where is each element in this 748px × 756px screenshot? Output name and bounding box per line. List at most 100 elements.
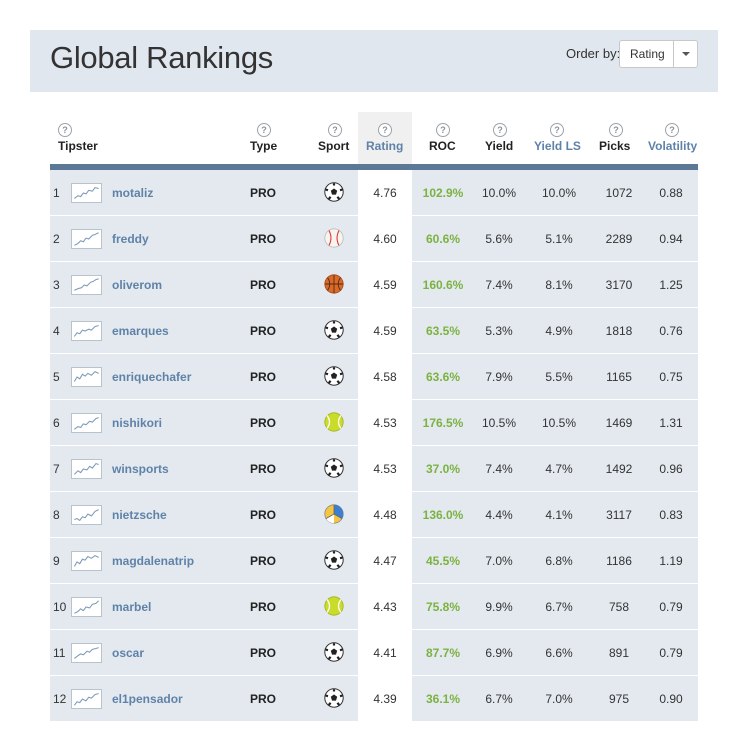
tipster-name-link[interactable]: enriquechafer	[112, 354, 191, 400]
rankings-table: ? Tipster ? Type ? Sport ? Rating ? ROC …	[50, 112, 698, 722]
type-cell: PRO	[250, 508, 277, 522]
sparkline-chart-icon[interactable]	[71, 689, 102, 709]
rank-cell: 7	[53, 462, 60, 476]
header-yield-ls-label[interactable]: Yield LS	[534, 139, 581, 153]
rank-cell: 9	[53, 554, 60, 568]
help-icon[interactable]: ?	[328, 123, 342, 137]
page-title: Global Rankings	[50, 40, 273, 75]
help-icon[interactable]: ?	[550, 123, 564, 137]
type-cell: PRO	[250, 600, 277, 614]
header-roc[interactable]: ? ROC	[412, 112, 474, 164]
yield-ls-cell: 4.9%	[545, 324, 573, 338]
header-sport-label: Sport	[318, 139, 350, 153]
yield-ls-cell: 10.0%	[541, 186, 577, 200]
basketball-icon	[324, 274, 344, 294]
volatility-cell: 0.90	[659, 692, 683, 706]
tipster-name-link[interactable]: nietzsche	[112, 492, 167, 538]
rank-cell: 12	[53, 692, 67, 706]
rating-cell: 4.59	[373, 324, 397, 338]
type-cell: PRO	[250, 278, 277, 292]
rating-cell: 4.58	[373, 370, 397, 384]
type-cell: PRO	[250, 416, 277, 430]
header-type-label: Type	[250, 139, 278, 153]
tennis-ball-icon	[324, 596, 344, 616]
header-sport[interactable]: ? Sport	[316, 112, 358, 164]
yield-ls-cell: 4.1%	[545, 508, 573, 522]
yield-ls-cell: 5.5%	[545, 370, 573, 384]
tipster-name-link[interactable]: oscar	[112, 630, 144, 676]
help-icon[interactable]: ?	[609, 123, 623, 137]
header-yield-ls[interactable]: ? Yield LS	[524, 112, 594, 164]
caret-down-icon	[681, 52, 690, 56]
sparkline-chart-icon[interactable]	[71, 321, 102, 341]
header-picks[interactable]: ? Picks	[594, 112, 644, 164]
rating-cell: 4.41	[373, 646, 397, 660]
help-icon[interactable]: ?	[665, 123, 679, 137]
tipster-name-link[interactable]: el1pensador	[112, 676, 183, 722]
picks-cell: 891	[608, 646, 630, 660]
header-type[interactable]: ? Type	[250, 112, 310, 164]
order-by-label: Order by:	[566, 46, 621, 61]
type-cell: PRO	[250, 462, 277, 476]
sparkline-chart-icon[interactable]	[71, 505, 102, 525]
header-rating-label[interactable]: Rating	[366, 139, 403, 153]
tipster-name-link[interactable]: magdalenatrip	[112, 538, 194, 584]
tipster-name-link[interactable]: freddy	[112, 216, 149, 262]
sparkline-chart-icon[interactable]	[71, 229, 102, 249]
picks-cell: 1186	[606, 554, 632, 568]
roc-cell: 60.6%	[425, 232, 461, 246]
volatility-cell: 0.75	[659, 370, 683, 384]
type-cell: PRO	[250, 692, 277, 706]
header-roc-label: ROC	[429, 139, 456, 153]
picks-cell: 1469	[605, 416, 633, 430]
header-volatility[interactable]: ? Volatility	[644, 112, 698, 164]
order-by-toggle[interactable]	[673, 41, 697, 67]
type-cell: PRO	[250, 370, 277, 384]
soccer-ball-icon	[324, 550, 344, 570]
tipster-name-link[interactable]: nishikori	[112, 400, 162, 446]
roc-cell: 45.5%	[425, 554, 461, 568]
help-icon[interactable]: ?	[257, 123, 271, 137]
sparkline-chart-icon[interactable]	[71, 597, 102, 617]
sparkline-chart-icon[interactable]	[71, 413, 102, 433]
header-tipster[interactable]: ? Tipster	[50, 112, 240, 164]
order-by-value: Rating	[630, 47, 665, 61]
rank-cell: 10	[53, 600, 67, 614]
yield-ls-cell: 6.6%	[545, 646, 573, 660]
sparkline-chart-icon[interactable]	[71, 643, 102, 663]
table-row: 9 magdalenatrip PRO 4.47 45.5% 7.0% 6.8% 1186 1.…	[50, 538, 698, 584]
table-row: 11 oscar PRO 4.41 87.7% 6.9% 6.6% 891 0.79	[50, 630, 698, 676]
header-volatility-label[interactable]: Volatility	[648, 139, 697, 153]
rating-cell: 4.53	[373, 416, 397, 430]
sparkline-chart-icon[interactable]	[71, 367, 102, 387]
roc-cell: 37.0%	[425, 462, 461, 476]
help-icon[interactable]: ?	[378, 123, 392, 137]
help-icon[interactable]: ?	[436, 123, 450, 137]
tipster-name-link[interactable]: oliverom	[112, 262, 162, 308]
help-icon[interactable]: ?	[493, 123, 507, 137]
volatility-cell: 1.25	[659, 278, 683, 292]
sparkline-chart-icon[interactable]	[71, 551, 102, 571]
type-cell: PRO	[250, 554, 277, 568]
yield-ls-cell: 8.1%	[545, 278, 573, 292]
soccer-ball-icon	[324, 366, 344, 386]
tipster-name-link[interactable]: marbel	[112, 584, 151, 630]
rank-cell: 2	[53, 232, 60, 246]
yield-cell: 6.9%	[485, 646, 513, 660]
table-row: 6 nishikori PRO 4.53 176.5% 10.5% 10.5% 1469 1.3…	[50, 400, 698, 446]
table-row: 3 oliverom PRO 4.59 160.6% 7.4% 8.1% 3170 1.25	[50, 262, 698, 308]
header-yield[interactable]: ? Yield	[474, 112, 524, 164]
sparkline-chart-icon[interactable]	[71, 275, 102, 295]
tipster-name-link[interactable]: winsports	[112, 446, 169, 492]
tipster-name-link[interactable]: emarques	[112, 308, 169, 354]
tipster-name-link[interactable]: motaliz	[112, 170, 153, 216]
rank-cell: 3	[53, 278, 60, 292]
sparkline-chart-icon[interactable]	[71, 459, 102, 479]
yield-ls-cell: 7.0%	[545, 692, 573, 706]
yield-cell: 7.4%	[485, 462, 513, 476]
order-by-select[interactable]: Rating	[619, 40, 698, 68]
header-rating[interactable]: ? Rating	[358, 112, 412, 164]
sparkline-chart-icon[interactable]	[71, 183, 102, 203]
help-icon[interactable]: ?	[58, 123, 72, 137]
volatility-cell: 0.94	[659, 232, 683, 246]
